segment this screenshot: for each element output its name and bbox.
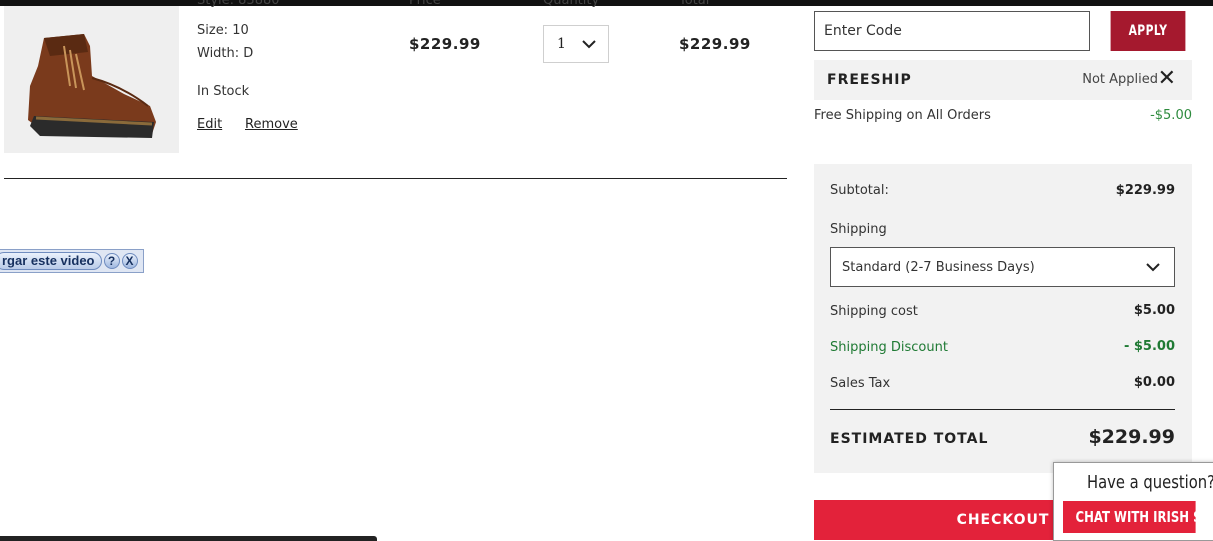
estimated-total-value: $229.99 <box>1088 426 1175 448</box>
quantity-select[interactable]: 1 <box>543 25 609 63</box>
shipping-option-value: Standard (2-7 Business Days) <box>842 259 1035 275</box>
video-download-plugin-bar: rgar este video ? X <box>0 249 144 273</box>
remove-link[interactable]: Remove <box>245 117 298 132</box>
subtotal-label: Subtotal: <box>830 183 889 198</box>
chevron-down-icon <box>1146 263 1160 272</box>
item-price: $229.99 <box>409 35 481 53</box>
promo-code-name: FREESHIP <box>827 72 912 88</box>
download-video-button[interactable]: rgar este video <box>0 252 102 270</box>
quantity-header: Quantity <box>543 0 600 8</box>
shipping-discount-value: - $5.00 <box>1123 339 1175 354</box>
stock-status: In Stock <box>197 84 250 99</box>
total-header: Total <box>679 0 710 8</box>
item-total: $229.99 <box>679 35 751 53</box>
estimated-total-label: ESTIMATED TOTAL <box>830 431 989 447</box>
shipping-cost-label: Shipping cost <box>830 304 918 319</box>
style-label: Style: 83880 <box>197 0 280 8</box>
chat-widget: Have a question? CHAT WITH IRISH SETTER <box>1053 462 1213 541</box>
quantity-value: 1 <box>557 36 566 52</box>
promo-status: Not Applied <box>1082 72 1158 87</box>
product-image[interactable] <box>4 6 179 153</box>
promo-description: Free Shipping on All Orders <box>814 108 991 123</box>
remove-promo-icon[interactable]: ✕ <box>1158 68 1176 90</box>
cart-divider <box>4 178 787 179</box>
chat-question: Have a question? <box>1087 472 1213 493</box>
work-boot-icon <box>28 34 156 138</box>
edit-link[interactable]: Edit <box>197 117 222 132</box>
apply-button[interactable]: APPLY <box>1110 11 1186 51</box>
sales-tax-label: Sales Tax <box>830 376 891 391</box>
summary-divider <box>830 409 1175 410</box>
width-label: Width: D <box>197 46 254 61</box>
shipping-cost-value: $5.00 <box>1133 303 1175 318</box>
applied-promo-row: FREESHIP Not Applied ✕ <box>814 60 1192 100</box>
shipping-discount-label: Shipping Discount <box>830 340 948 355</box>
promo-amount: -$5.00 <box>1150 108 1192 123</box>
shipping-label: Shipping <box>830 222 887 237</box>
bottom-scroll-bar <box>0 536 377 541</box>
size-label: Size: 10 <box>197 23 249 38</box>
chevron-down-icon <box>582 40 596 49</box>
subtotal-value: $229.99 <box>1115 183 1175 198</box>
promo-code-input[interactable] <box>814 11 1090 51</box>
sales-tax-value: $0.00 <box>1133 375 1175 390</box>
shipping-method-select[interactable]: Standard (2-7 Business Days) <box>830 247 1175 287</box>
close-icon[interactable]: X <box>121 253 138 269</box>
price-header: Price <box>409 0 441 8</box>
help-icon[interactable]: ? <box>103 253 120 269</box>
chat-button[interactable]: CHAT WITH IRISH SETTER <box>1063 501 1213 533</box>
